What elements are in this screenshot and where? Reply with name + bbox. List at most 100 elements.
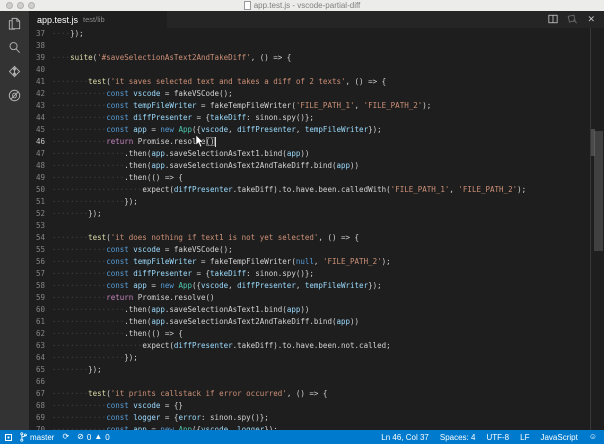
code-line[interactable]: 55············const vscode = fakeVSCode(… [29,244,604,256]
code-line[interactable]: 62················.then(() => { [29,328,604,340]
code-line[interactable]: 53 [29,220,604,232]
line-number[interactable]: 61 [29,316,52,328]
code-line[interactable]: 66 [29,376,604,388]
code-line[interactable]: 46············return Promise.resolve() [29,136,604,148]
code-line[interactable]: 43············const tempFileWriter = fak… [29,100,604,112]
code-line[interactable]: 63····················expect(diffPresent… [29,340,604,352]
line-number[interactable]: 50 [29,184,52,196]
search-icon [7,40,22,55]
code-line[interactable]: 61················.then(app.saveSelectio… [29,316,604,328]
line-number[interactable]: 44 [29,112,52,124]
eol-item[interactable]: LF [520,433,529,442]
code-line[interactable]: 38 [29,40,604,52]
line-content: ················.then(app.saveSelectionA… [52,304,309,316]
sync-item[interactable]: ⟳ [62,433,69,441]
code-line[interactable]: 42············const vscode = fakeVSCode(… [29,88,604,100]
preview-button[interactable] [567,11,578,29]
code-line[interactable]: 57············const diffPresenter = {tak… [29,268,604,280]
line-number[interactable]: 38 [29,40,52,52]
code-line[interactable]: 69············const logger = {error: sin… [29,412,604,424]
line-number[interactable]: 67 [29,388,52,400]
code-line[interactable]: 47················.then(app.saveSelectio… [29,148,604,160]
zoom-window-button[interactable] [28,2,35,9]
error-count: 0 [87,433,91,442]
line-number[interactable]: 69 [29,412,52,424]
code-line[interactable]: 67········test('it prints callstack if e… [29,388,604,400]
code-line[interactable]: 41········test('it saves selected text a… [29,76,604,88]
line-number[interactable]: 68 [29,400,52,412]
minimize-window-button[interactable] [17,2,24,9]
code-line[interactable]: 52········}); [29,208,604,220]
close-tab-button[interactable]: ✕ [587,15,595,24]
line-number[interactable]: 37 [29,28,52,40]
code-line[interactable]: 39····suite('#saveSelectionAsText2AndTak… [29,52,604,64]
line-number[interactable]: 46 [29,136,52,148]
tab-file-name: app.test.js [37,15,78,25]
activity-bar-explorer[interactable] [0,11,29,35]
line-number[interactable]: 63 [29,340,52,352]
code-line[interactable]: 58············const app = new App({vscod… [29,280,604,292]
tab-app-test-js[interactable]: app.test.js test/lib [29,11,167,28]
extension-status-item[interactable] [5,434,12,441]
line-number[interactable]: 55 [29,244,52,256]
feedback-smiley-icon[interactable]: ☺ [589,433,597,441]
line-number[interactable]: 56 [29,256,52,268]
code-line[interactable]: 45············const app = new App({vscod… [29,124,604,136]
line-number[interactable]: 60 [29,304,52,316]
code-line[interactable]: 59············return Promise.resolve() [29,292,604,304]
line-number[interactable]: 51 [29,196,52,208]
line-number[interactable]: 53 [29,220,52,232]
problems-item[interactable]: ⊘ 0 ▲ 0 [77,433,110,442]
open-preview-icon [567,14,578,24]
language-mode-item[interactable]: JavaScript [540,433,577,442]
code-line[interactable]: 68············const vscode = {} [29,400,604,412]
line-number[interactable]: 57 [29,268,52,280]
warning-icon: ▲ [94,433,102,441]
code-line[interactable]: 65········}); [29,364,604,376]
line-number[interactable]: 43 [29,100,52,112]
split-editor-button[interactable] [548,11,558,29]
line-number[interactable]: 48 [29,160,52,172]
line-number[interactable]: 54 [29,232,52,244]
line-number[interactable]: 39 [29,52,52,64]
code-line[interactable]: 49················.then(() => { [29,172,604,184]
code-editor[interactable]: 37····});3839····suite('#saveSelectionAs… [29,28,604,430]
activity-bar-source-control[interactable] [0,59,29,83]
code-line[interactable]: 50····················expect(diffPresent… [29,184,604,196]
code-line[interactable]: 60················.then(app.saveSelectio… [29,304,604,316]
line-number[interactable]: 65 [29,364,52,376]
scrollbar-rail[interactable] [590,28,604,430]
line-number[interactable]: 64 [29,352,52,364]
line-number[interactable]: 49 [29,172,52,184]
cursor-position-item[interactable]: Ln 46, Col 37 [381,433,429,442]
line-number[interactable]: 58 [29,280,52,292]
scrollbar-thumb[interactable] [594,131,603,251]
code-line[interactable]: 37····}); [29,28,604,40]
code-line[interactable]: 56············const tempFileWriter = fak… [29,256,604,268]
line-number[interactable]: 66 [29,376,52,388]
line-number[interactable]: 45 [29,124,52,136]
git-branch-item[interactable]: master [20,432,54,442]
activity-bar-debug[interactable] [0,83,29,107]
close-window-button[interactable] [6,2,13,9]
code-line[interactable]: 44············const diffPresenter = {tak… [29,112,604,124]
code-line[interactable]: 64················}); [29,352,604,364]
code-line[interactable]: 48················.then(app.saveSelectio… [29,160,604,172]
line-number[interactable]: 41 [29,76,52,88]
line-number[interactable]: 62 [29,328,52,340]
line-number[interactable]: 47 [29,148,52,160]
code-line[interactable]: 40 [29,64,604,76]
encoding-item[interactable]: UTF-8 [486,433,509,442]
activity-bar-search[interactable] [0,35,29,59]
line-number[interactable]: 40 [29,64,52,76]
line-number[interactable]: 42 [29,88,52,100]
line-number[interactable]: 52 [29,208,52,220]
window-title: app.test.js - vscode-partial-diff [244,1,361,10]
code-line[interactable]: 54········test('it does nothing if text1… [29,232,604,244]
document-icon [244,1,251,10]
indentation-item[interactable]: Spaces: 4 [440,433,476,442]
line-number[interactable]: 59 [29,292,52,304]
traffic-lights[interactable] [6,2,35,9]
editor-actions: ✕ [548,11,604,28]
code-line[interactable]: 51················}); [29,196,604,208]
